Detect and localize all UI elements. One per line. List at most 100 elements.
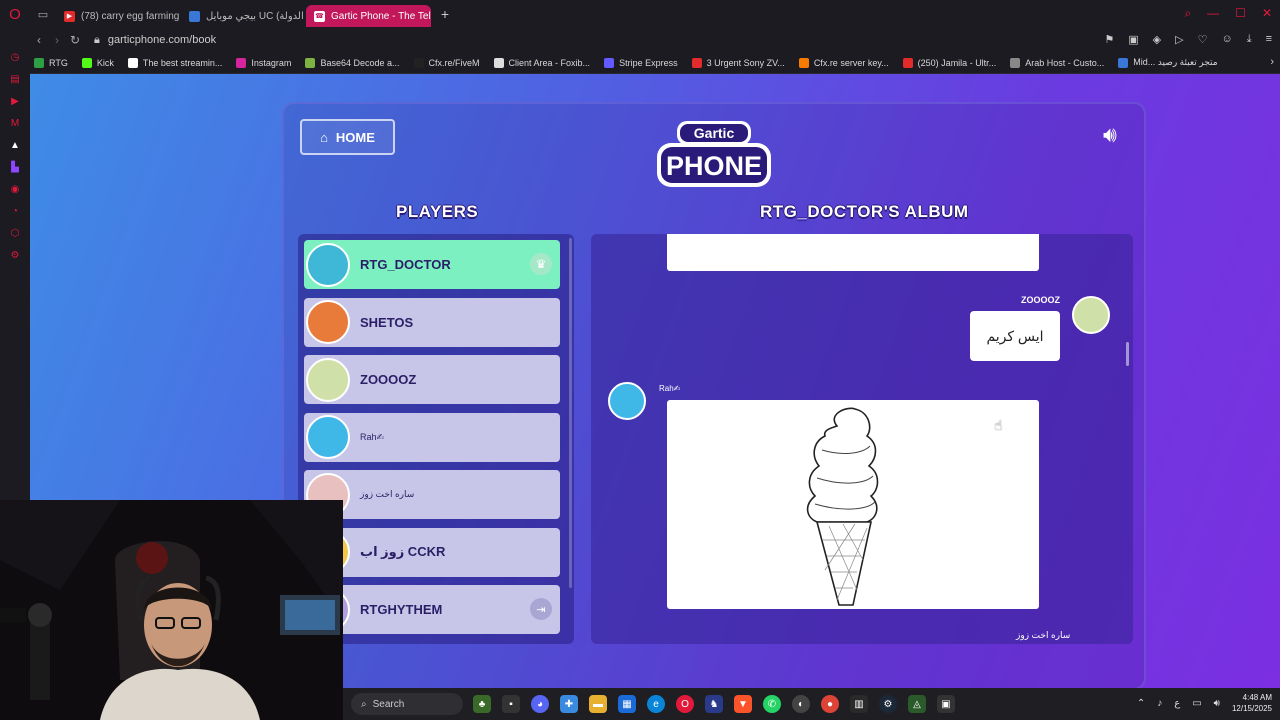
player-row[interactable]: ZOOOOZ [304,355,560,404]
bookmark-favicon-icon [902,57,913,68]
file-explorer-icon[interactable]: ▬ [589,695,607,713]
bookmarks-overflow-icon[interactable]: › [1270,56,1274,68]
store-icon[interactable]: ▦ [618,695,636,713]
maximize-button[interactable]: ☐ [1235,6,1246,21]
sound-toggle-icon[interactable]: 🔊︎ [1103,122,1117,148]
bookmark-item[interactable]: Cfx.re server key... [798,57,889,68]
shield-icon[interactable]: ◈ [1153,33,1161,46]
app-icon[interactable]: ▥ [850,695,868,713]
edge-icon[interactable]: e [647,695,665,713]
brave-icon[interactable]: ▼ [734,695,752,713]
bookmark-item[interactable]: Stripe Express [604,57,678,68]
bookmark-item[interactable]: The best streamin... [127,57,222,68]
sidebar-aria-icon[interactable]: ▲ [9,140,21,152]
reload-button[interactable]: ↻ [66,33,84,47]
chrome-icon[interactable]: ● [821,695,839,713]
search-icon[interactable]: ⌕ [1184,6,1191,21]
bookmark-favicon-icon [236,57,247,68]
tab-gartic[interactable]: ☎ Gartic Phone - The Teleph [306,5,431,27]
bookmark-item[interactable]: Base64 Decode a... [305,57,400,68]
sidebar-bag-icon[interactable]: ▤ [9,74,21,86]
bookmark-favicon-icon [493,57,504,68]
player-name: RTG_DOCTOR [360,257,451,272]
bookmark-item[interactable]: Mid... متجر تعبئة رصيد [1118,57,1218,68]
monitor-icon[interactable]: ▭ [1192,698,1201,709]
bookmark-item[interactable]: Arab Host - Custo... [1010,57,1105,68]
bookmark-favicon-icon [604,57,615,68]
logo-top-text: Gartic [694,125,735,141]
app-icon[interactable]: ♞ [705,695,723,713]
discord-icon[interactable]: ◕ [531,695,549,713]
back-button[interactable]: ‹ [30,33,48,47]
steam-icon[interactable]: ⚙ [879,695,897,713]
opera-logo-icon[interactable]: O [0,0,30,28]
tab-label: Gartic Phone - The Teleph [331,10,431,22]
bookmark-item[interactable]: Client Area - Foxib... [493,57,591,68]
clock-time: 4:48 AM [1242,693,1272,702]
menu-icon[interactable]: ≡ [1266,33,1272,46]
play-icon[interactable]: ▷ [1175,33,1183,46]
keyboard-language-icon[interactable]: ع [1174,698,1180,709]
whatsapp-icon[interactable]: ✆ [763,695,781,713]
address-bar: ‹ › ↻ 🔒︎ garticphone.com/book ⚑ ▣ ◈ ▷ ♡ … [30,28,1280,52]
sidebar-settings-icon[interactable]: ⚙ [9,250,21,262]
clock-date: 12/15/2025 [1231,704,1272,713]
player-name: RTGHYTHEM [360,602,443,617]
sidebar-history-icon[interactable]: ◷ [9,52,21,64]
forward-button[interactable]: › [48,33,66,47]
bookmark-label: Client Area - Foxib... [508,57,591,68]
site-icon [189,10,200,22]
sidebar-video-icon[interactable]: ▶ [9,96,21,108]
sidebar-player-icon[interactable]: ◉ [9,184,21,196]
snapshot-icon[interactable]: ▣ [1128,33,1138,46]
app-icon[interactable]: ▣ [937,695,955,713]
taskbar-clock[interactable]: 4:48 AM 12/15/2025 [1232,692,1272,714]
bookmark-favicon-icon [81,57,92,68]
close-button[interactable]: ✕ [1262,6,1272,21]
url-field[interactable]: 🔒︎ garticphone.com/book [94,34,216,47]
volume-icon[interactable]: 🔊︎ [1214,698,1220,709]
kick-player-icon[interactable]: ⇥ [530,598,552,620]
app-icon[interactable]: ✚ [560,695,578,713]
bookmark-item[interactable]: Kick [81,57,114,68]
album-scrollbar[interactable] [1126,342,1129,366]
app-icon[interactable]: ♣ [473,695,491,713]
players-scrollbar[interactable] [569,238,572,588]
taskbar-search[interactable]: ⌕ Search [351,693,463,715]
sidebar-mail-icon[interactable]: M [9,118,21,130]
bookmark-item[interactable]: (250) Jamila - Ultr... [902,57,996,68]
sidebar-clock-icon[interactable]: ◔ [9,206,21,218]
sidebar-box-icon[interactable]: ⬡ [9,228,21,240]
player-row[interactable]: SHETOS [304,297,560,347]
new-tab-button[interactable]: + [437,6,453,22]
bookmark-label: Arab Host - Custo... [1025,57,1105,68]
home-button[interactable]: ⌂ HOME [300,119,395,155]
browser-sidebar: ◷ ▤ ▶ M ▲ ▙ ◉ ◔ ⬡ ⚙ [0,28,30,500]
album-view[interactable]: ZOOOOZ ايس كريم Rah✍ ساره اخت زوز [591,234,1133,644]
minimize-button[interactable]: — [1207,6,1219,21]
bookmark-icon[interactable]: ⚑ [1104,33,1114,46]
player-row[interactable]: RTG_DOCTOR ♛ [304,240,560,289]
download-icon[interactable]: ⤓ [1247,33,1252,46]
opera-icon[interactable]: O [676,695,694,713]
tab-youtube[interactable]: ▶ (78) carry egg farming sir [56,5,181,27]
player-row[interactable]: Rah✍ [304,412,560,462]
tab-overview-icon[interactable]: ▭ [30,8,56,21]
heart-icon[interactable]: ♡ [1198,33,1208,46]
player-avatar [306,357,350,402]
bookmark-item[interactable]: 3 Urgent Sony ZV... [691,57,785,68]
tab-pubg[interactable]: بيجي موبايل UC (اسم الدولة) [181,5,306,27]
player-avatar [306,242,350,287]
bookmark-item[interactable]: Cfx.re/FiveM [413,57,480,68]
microphone-icon[interactable]: ♪ [1157,698,1162,709]
player-avatar [306,300,350,344]
webcam-overlay [0,500,343,720]
bookmark-item[interactable]: RTG [34,57,68,68]
bookmark-item[interactable]: Instagram [236,57,291,68]
app-icon[interactable]: ▪ [502,695,520,713]
sidebar-twitch-icon[interactable]: ▙ [9,162,21,174]
app-icon[interactable]: ◐ [792,695,810,713]
app-icon[interactable]: ◬ [908,695,926,713]
account-icon[interactable]: ☺ [1221,33,1232,46]
chevron-up-icon[interactable]: ⌃ [1137,698,1145,709]
